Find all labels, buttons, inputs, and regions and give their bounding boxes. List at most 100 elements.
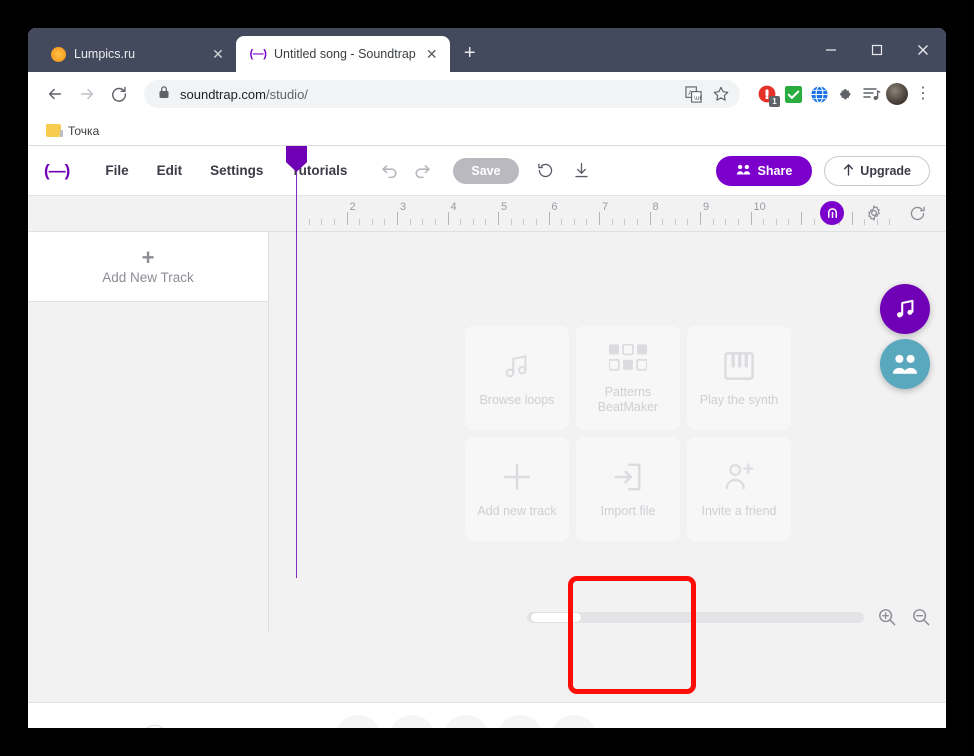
share-button[interactable]: Share xyxy=(715,155,813,186)
arrow-up-icon xyxy=(843,163,854,179)
browser-tab-soundtrap[interactable]: (—) Untitled song - Soundtrap ✕ xyxy=(236,36,450,72)
volume-knob[interactable] xyxy=(142,724,168,728)
menu-edit[interactable]: Edit xyxy=(143,157,197,184)
forward-icon[interactable] xyxy=(72,79,102,109)
action-card-grid: Browse loops Patterns BeatMaker Play the… xyxy=(465,326,791,541)
ruler-tick-major xyxy=(750,212,752,225)
play-button[interactable] xyxy=(497,714,544,729)
browse-loops-card[interactable]: Browse loops xyxy=(465,326,569,430)
ruler-tick-minor xyxy=(333,219,335,225)
upgrade-label: Upgrade xyxy=(860,163,911,178)
soundtrap-favicon: (—) xyxy=(249,48,267,60)
avatar[interactable] xyxy=(886,83,908,105)
globe-extension-icon[interactable] xyxy=(808,83,830,105)
horizontal-scrollbar[interactable] xyxy=(527,611,864,623)
scrollbar-thumb[interactable] xyxy=(530,611,582,623)
ruler-tick-minor xyxy=(624,219,626,225)
maximize-button[interactable] xyxy=(854,34,900,66)
zoom-in-icon[interactable] xyxy=(876,606,898,628)
timeline-ruler-row: 2 3 4 5 6 7 8 9 10 xyxy=(28,196,946,232)
invite-a-friend-card[interactable]: Invite a friend xyxy=(687,437,791,541)
ruler-bar-number: 5 xyxy=(501,201,508,213)
folder-icon xyxy=(46,124,63,137)
time-display[interactable]: 00:00.0 xyxy=(252,724,326,728)
header-tools xyxy=(533,158,595,184)
checkmark-extension-icon[interactable] xyxy=(782,83,804,105)
close-button[interactable] xyxy=(900,34,946,66)
card-label: Add new track xyxy=(477,503,557,518)
ruler-tick-minor xyxy=(712,219,714,225)
record-dot-icon xyxy=(348,727,369,728)
metronome-toggle[interactable]: Off xyxy=(802,727,846,728)
ruler-tick-major xyxy=(447,212,449,225)
ruler-tick-minor xyxy=(775,219,777,225)
patterns-beatmaker-card[interactable]: Patterns BeatMaker xyxy=(576,326,680,430)
save-button[interactable]: Save xyxy=(453,157,519,184)
redo-icon[interactable] xyxy=(409,157,437,185)
revert-icon[interactable] xyxy=(533,158,559,184)
ruler-settings-gear-icon[interactable] xyxy=(861,200,887,226)
card-label: Patterns BeatMaker xyxy=(597,385,659,414)
ruler-tick-minor xyxy=(737,219,739,225)
fast-forward-button[interactable] xyxy=(551,714,598,728)
ruler-tick-minor xyxy=(472,219,474,225)
tab-title: Untitled song - Soundtrap xyxy=(274,47,416,61)
menu-file[interactable]: File xyxy=(91,157,142,184)
bookmark-star-icon[interactable] xyxy=(708,81,734,107)
translate-icon[interactable]: A\u6587 xyxy=(680,81,706,107)
play-the-synth-card[interactable]: Play the synth xyxy=(687,326,791,430)
menu-settings[interactable]: Settings xyxy=(196,157,277,184)
reload-icon[interactable] xyxy=(104,79,134,109)
ruler-tick-major xyxy=(346,212,348,225)
share-label: Share xyxy=(757,163,793,178)
rewind-button[interactable] xyxy=(443,714,490,728)
add-new-track-panel[interactable]: + Add New Track xyxy=(28,232,268,302)
new-tab-button[interactable]: + xyxy=(456,40,484,68)
soundtrap-logo[interactable]: (—) xyxy=(44,161,70,181)
import-file-card[interactable]: Import file xyxy=(576,437,680,541)
browser-tab-lumpics[interactable]: Lumpics.ru ✕ xyxy=(36,36,236,72)
stop-button[interactable] xyxy=(389,714,436,728)
play-icon xyxy=(510,728,530,729)
ruler-tick-minor xyxy=(687,219,689,225)
extensions-area: 1 ⋮ xyxy=(750,83,934,107)
track-header-column: + Add New Track xyxy=(28,232,268,632)
download-icon[interactable] xyxy=(569,158,595,184)
minimize-button[interactable] xyxy=(808,34,854,66)
upgrade-button[interactable]: Upgrade xyxy=(824,155,930,186)
timeline-canvas[interactable]: Browse loops Patterns BeatMaker Play the… xyxy=(268,232,946,632)
playhead[interactable] xyxy=(286,146,307,578)
plus-icon xyxy=(501,460,533,494)
tab-close-icon[interactable]: ✕ xyxy=(424,47,440,61)
invite-person-icon xyxy=(723,460,755,494)
zoom-out-icon[interactable] xyxy=(910,606,932,628)
orange-circle-favicon xyxy=(50,46,66,62)
adblock-badge-count: 1 xyxy=(769,96,780,107)
ruler-tick-minor xyxy=(813,219,815,225)
window-controls xyxy=(808,28,946,72)
loop-region-icon[interactable] xyxy=(820,201,844,225)
svg-text:\u6587: \u6587 xyxy=(693,94,701,101)
add-new-track-card[interactable]: Add new track xyxy=(465,437,569,541)
ruler-tick-minor xyxy=(523,219,525,225)
media-playlist-icon[interactable] xyxy=(860,83,882,105)
puzzle-extensions-icon[interactable] xyxy=(834,83,856,105)
ruler-loop-reset-icon[interactable] xyxy=(904,200,930,226)
browser-menu-icon[interactable]: ⋮ xyxy=(912,86,934,102)
tab-close-icon[interactable]: ✕ xyxy=(210,47,226,61)
undo-icon[interactable] xyxy=(375,157,403,185)
ruler-bar-number: 4 xyxy=(450,201,457,213)
bookmark-tochka[interactable]: Точка xyxy=(40,121,105,141)
collaborate-fab[interactable] xyxy=(880,339,930,389)
card-label: Import file xyxy=(600,503,656,518)
address-bar[interactable]: soundtrap.com/studio/ A\u6587 xyxy=(144,80,740,108)
card-label: Invite a friend xyxy=(701,503,777,518)
ruler-bar-number: 2 xyxy=(349,201,356,213)
loop-library-fab[interactable] xyxy=(880,284,930,334)
adblock-icon[interactable]: 1 xyxy=(756,83,780,107)
grid-pattern-icon xyxy=(609,341,647,375)
ruler-bar-number: 9 xyxy=(703,201,710,213)
ruler-tick-minor xyxy=(788,219,790,225)
record-button[interactable] xyxy=(335,714,382,728)
back-icon[interactable] xyxy=(40,79,70,109)
